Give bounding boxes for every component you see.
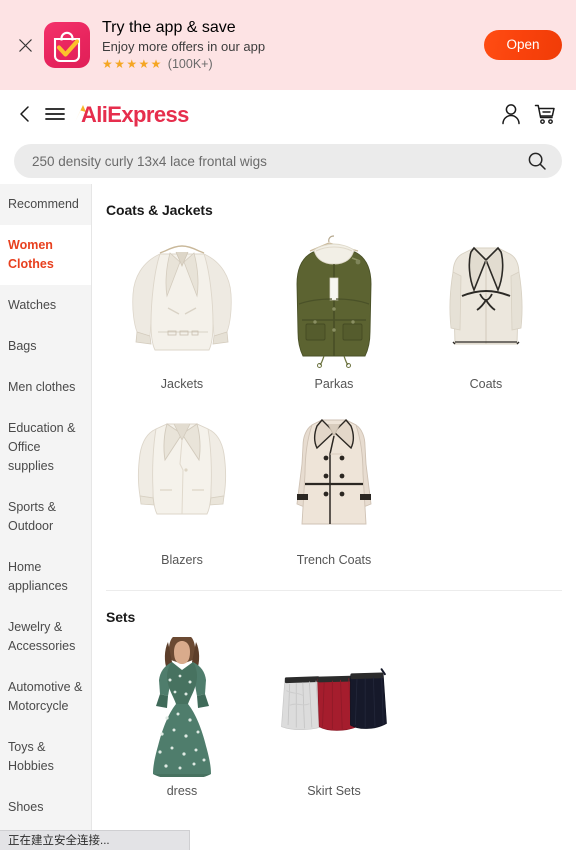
sidebar-item-home-appliances[interactable]: Home appliances (0, 547, 91, 607)
aliexpress-logo[interactable]: AliExpress (72, 99, 212, 129)
section-coats-jackets: Coats & Jackets Jackets Parkas Coats Bla… (106, 184, 562, 576)
sidebar-item-sports-outdoor[interactable]: Sports & Outdoor (0, 487, 91, 547)
search-input[interactable] (32, 153, 526, 169)
search-box[interactable] (14, 144, 562, 178)
cream-shearling-jacket-image (117, 230, 246, 370)
category-card-label: dress (166, 784, 198, 798)
browser-status-bar: 正在建立安全连接... (0, 830, 190, 850)
olive-fur-collar-parka-image (269, 230, 398, 370)
banner-rating: ★★★★★ (100K+) (102, 57, 484, 71)
sidebar-item-shoes[interactable]: Shoes (0, 787, 91, 828)
category-card-blazers[interactable]: Blazers (106, 400, 258, 576)
search-magnifier-icon[interactable] (526, 150, 548, 172)
beige-belted-long-coat-image (421, 230, 550, 370)
product-grid: dress Skirt Sets (106, 631, 562, 807)
category-card-label: Blazers (161, 553, 203, 567)
category-main-panel: Coats & Jackets Jackets Parkas Coats Bla… (92, 184, 576, 850)
category-card-parkas[interactable]: Parkas (258, 224, 410, 400)
sidebar-item-women-clothes[interactable]: Women Clothes (0, 225, 91, 285)
search-bar-container (0, 138, 576, 184)
category-card-label: Skirt Sets (307, 784, 361, 798)
banner-subtitle: Enjoy more offers in our app (102, 39, 266, 54)
section-title: Sets (106, 609, 136, 625)
site-header: AliExpress (0, 90, 576, 138)
aliexpress-app-icon[interactable] (44, 22, 90, 68)
section-title: Coats & Jackets (106, 202, 213, 218)
cream-blazer-image (117, 406, 246, 546)
green-floral-maxi-dress-image (117, 637, 246, 777)
category-card-label: Parkas (314, 377, 354, 391)
category-card-coats[interactable]: Coats (410, 224, 562, 400)
open-app-button[interactable]: Open (484, 30, 562, 60)
star-rating-icon: ★★★★★ (102, 57, 163, 71)
app-promo-banner: Try the app & save Enjoy more offers in … (0, 0, 576, 90)
category-card-trench-coats[interactable]: Trench Coats (258, 400, 410, 576)
sidebar-item-men-clothes[interactable]: Men clothes (0, 367, 91, 408)
product-grid: Jackets Parkas Coats Blazers Trench Coat… (106, 224, 562, 576)
back-chevron-icon[interactable] (10, 97, 40, 131)
hamburger-menu-icon[interactable] (40, 97, 70, 131)
category-card-jackets[interactable]: Jackets (106, 224, 258, 400)
sidebar-item-bags[interactable]: Bags (0, 326, 91, 367)
sidebar-item-toys-hobbies[interactable]: Toys & Hobbies (0, 727, 91, 787)
content-area: Recommend Women Clothes Watches Bags Men… (0, 184, 576, 850)
category-card-dress[interactable]: dress (106, 631, 258, 807)
category-card-label: Coats (469, 377, 503, 391)
category-sidebar[interactable]: Recommend Women Clothes Watches Bags Men… (0, 184, 92, 850)
section-sets: Sets dress Skirt Sets (106, 590, 562, 807)
beige-double-breasted-trench-image (269, 406, 398, 546)
three-color-skirt-set-image (269, 637, 398, 777)
sidebar-item-automotive-motorcycle[interactable]: Automotive & Motorcycle (0, 667, 91, 727)
sidebar-item-education-office-supplies[interactable]: Education & Office supplies (0, 408, 91, 487)
category-card-label: Trench Coats (296, 553, 372, 567)
banner-text-block: Try the app & save Enjoy more offers in … (102, 19, 484, 71)
sidebar-item-recommend[interactable]: Recommend (0, 184, 91, 225)
rating-count-label: (100K+) (167, 57, 213, 71)
sidebar-item-watches[interactable]: Watches (0, 285, 91, 326)
account-person-icon[interactable] (494, 97, 528, 131)
sidebar-item-jewelry-accessories[interactable]: Jewelry & Accessories (0, 607, 91, 667)
category-card-skirt-sets[interactable]: Skirt Sets (258, 631, 410, 807)
close-icon[interactable] (10, 30, 40, 60)
shopping-cart-icon[interactable] (528, 97, 562, 131)
banner-title: Try the app & save (102, 19, 236, 36)
category-card-label: Jackets (160, 377, 204, 391)
svg-text:AliExpress: AliExpress (81, 102, 189, 127)
